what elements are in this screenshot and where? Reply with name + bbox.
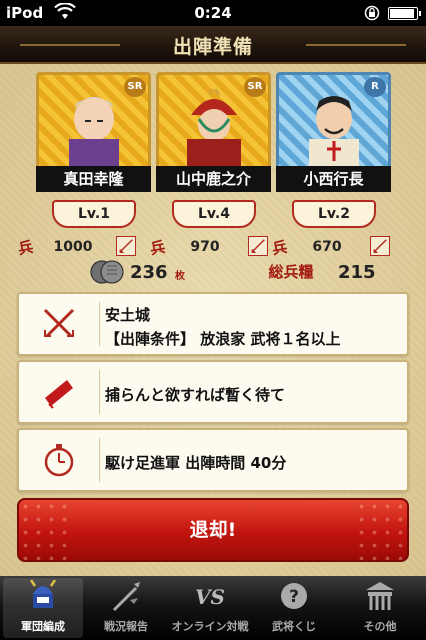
tab-label: 戦況報告 bbox=[104, 620, 148, 633]
crossed-swords-icon bbox=[43, 308, 75, 338]
lottery-icon: ? bbox=[281, 583, 307, 609]
title-bar: 出陣準備 bbox=[0, 26, 426, 64]
total-troops-label: 総兵糧 bbox=[268, 263, 314, 281]
kabuto-icon bbox=[29, 579, 57, 608]
castle-name: 安土城 bbox=[105, 306, 151, 324]
sword-icon[interactable] bbox=[116, 236, 136, 256]
tab-label: 武将くじ bbox=[272, 620, 316, 633]
svg-text:?: ? bbox=[289, 587, 299, 607]
coin-unit: 枚 bbox=[175, 271, 185, 282]
general-portrait-icon bbox=[309, 96, 359, 169]
panel-divider bbox=[99, 370, 100, 414]
status-time: 0:24 bbox=[194, 4, 232, 22]
level-badge: Lv.1 bbox=[52, 200, 136, 228]
tab-label: 軍団編成 bbox=[21, 620, 65, 633]
march-info: 駆け足進軍 出陣時間 40分 bbox=[105, 454, 287, 472]
motto-text: 捕らんと欲すれば暫く待て bbox=[105, 386, 286, 404]
coin-count: 236 bbox=[130, 262, 168, 283]
scroll-icon bbox=[45, 380, 73, 409]
formation-screen: SR 真田幸隆 SR 山中鹿之介 R 小西行長 Lv.1 Lv.4 Lv.2 兵… bbox=[0, 64, 426, 576]
level-badge: Lv.4 bbox=[172, 200, 256, 228]
sword-icon[interactable] bbox=[248, 236, 268, 256]
motto-panel[interactable]: 捕らんと欲すれば暫く待て bbox=[17, 360, 409, 424]
rotation-lock-icon bbox=[364, 5, 380, 21]
retreat-decoration bbox=[355, 500, 407, 560]
troop-row: 兵 1000 bbox=[16, 236, 150, 259]
status-bar: iPod 0:24 bbox=[0, 0, 426, 26]
spear-icon bbox=[112, 582, 140, 612]
troop-row: 兵 970 bbox=[148, 236, 282, 259]
troop-count: 970 bbox=[190, 239, 220, 255]
tab-label: その他 bbox=[363, 620, 397, 633]
total-troops-value: 215 bbox=[338, 262, 376, 283]
retreat-label: 退却! bbox=[189, 519, 237, 541]
general-card[interactable]: SR 山中鹿之介 bbox=[156, 72, 271, 192]
deploy-condition: 【出陣条件】 放浪家 武将１名以上 bbox=[105, 330, 341, 348]
troop-label: 兵 bbox=[16, 237, 35, 259]
general-card[interactable]: SR 真田幸隆 bbox=[36, 72, 151, 192]
tab-label: オンライン対戦 bbox=[171, 620, 249, 633]
general-name: 小西行長 bbox=[276, 166, 391, 192]
troop-row: 兵 670 bbox=[270, 236, 404, 259]
tab-online-battle[interactable]: VS オンライン対戦 bbox=[170, 578, 250, 638]
destination-panel[interactable]: 安土城 【出陣条件】 放浪家 武将１名以上 bbox=[17, 292, 409, 356]
retreat-button[interactable]: 退却! bbox=[17, 498, 409, 562]
castle-gate-icon bbox=[366, 582, 394, 610]
troop-count: 1000 bbox=[53, 239, 93, 255]
troop-count: 670 bbox=[312, 239, 342, 255]
battery-icon bbox=[388, 7, 421, 20]
general-portrait-icon bbox=[69, 97, 119, 169]
coin-icon bbox=[90, 260, 124, 284]
panel-divider bbox=[99, 302, 100, 346]
troop-label: 兵 bbox=[148, 237, 167, 259]
panel-divider bbox=[99, 438, 100, 482]
tab-lottery[interactable]: ? 武将くじ bbox=[254, 578, 334, 638]
vs-icon: VS bbox=[195, 585, 225, 609]
general-card[interactable]: R 小西行長 bbox=[276, 72, 391, 192]
retreat-decoration bbox=[19, 500, 71, 560]
stopwatch-icon bbox=[44, 444, 74, 477]
svg-text:VS: VS bbox=[195, 585, 225, 609]
level-badge: Lv.2 bbox=[292, 200, 376, 228]
troop-label: 兵 bbox=[270, 237, 289, 259]
march-panel[interactable]: 駆け足進軍 出陣時間 40分 bbox=[17, 428, 409, 492]
tab-formation[interactable]: 軍団編成 bbox=[3, 578, 83, 638]
sword-icon[interactable] bbox=[370, 236, 390, 256]
tab-bar: 軍団編成 戦況報告 VS オンライン対戦 ? 武将くじ その他 bbox=[0, 576, 426, 640]
general-name: 真田幸隆 bbox=[36, 166, 151, 192]
tab-battle-report[interactable]: 戦況報告 bbox=[86, 578, 166, 638]
general-portrait-icon bbox=[187, 89, 241, 169]
title-ornament bbox=[306, 44, 406, 46]
tab-other[interactable]: その他 bbox=[340, 578, 420, 638]
general-name: 山中鹿之介 bbox=[156, 166, 271, 192]
